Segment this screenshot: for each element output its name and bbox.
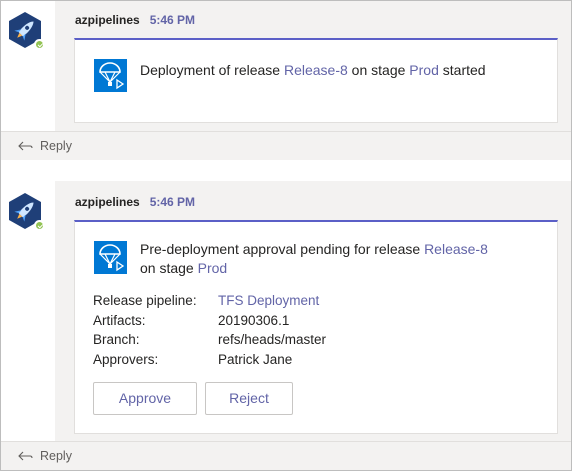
reply-label: Reply	[40, 449, 72, 463]
title-text: Pre-deployment approval pending for rele…	[140, 241, 425, 257]
presence-available-icon	[34, 39, 45, 50]
release-link[interactable]: Release-8	[424, 241, 488, 257]
reject-button[interactable]: Reject	[205, 382, 293, 415]
message-time: 5:46 PM	[149, 195, 196, 209]
approve-button[interactable]: Approve	[93, 382, 197, 415]
sender-name[interactable]: azpipelines	[75, 195, 140, 209]
fact-value: 20190306.1	[218, 312, 290, 328]
adaptive-card: Deployment of release Release-8 on stage…	[74, 38, 558, 123]
bot-avatar[interactable]	[6, 11, 45, 50]
fact-value: Patrick Jane	[218, 351, 293, 367]
chat-pane: azpipelines 5:46 PM Deployment of release…	[0, 0, 572, 471]
fact-row: Artifacts: 20190306.1	[93, 311, 326, 331]
title-text: on stage	[140, 260, 198, 276]
presence-available-icon	[34, 220, 45, 231]
stage-link[interactable]: Prod	[198, 260, 228, 276]
message-header: azpipelines 5:46 PM	[75, 13, 195, 27]
fact-label: Release pipeline:	[93, 293, 197, 308]
reply-label: Reply	[40, 139, 72, 153]
card-title: Pre-deployment approval pending for rele…	[140, 240, 537, 278]
message-time: 5:46 PM	[149, 13, 196, 27]
message-header: azpipelines 5:46 PM	[75, 195, 195, 209]
bot-avatar[interactable]	[6, 192, 45, 231]
fact-label: Artifacts:	[93, 312, 146, 328]
title-text: started	[438, 62, 486, 78]
message-1: azpipelines 5:46 PM Deployment of release…	[55, 1, 571, 131]
stage-link[interactable]: Prod	[409, 62, 439, 78]
release-parachute-icon	[94, 241, 127, 274]
title-text: Deployment of release	[140, 62, 284, 78]
reply-arrow-icon	[18, 141, 33, 151]
sender-name[interactable]: azpipelines	[75, 13, 140, 27]
fact-set: Release pipeline: TFS Deployment Artifac…	[93, 291, 326, 369]
fact-row: Branch: refs/heads/master	[93, 330, 326, 350]
fact-label: Branch:	[93, 332, 140, 347]
release-parachute-icon	[94, 59, 127, 92]
fact-row: Release pipeline: TFS Deployment	[93, 291, 326, 311]
release-link[interactable]: Release-8	[284, 62, 348, 78]
message-2: azpipelines 5:46 PM Pre-deployment approv…	[55, 181, 571, 441]
release-pipeline-link[interactable]: TFS Deployment	[218, 291, 319, 311]
reply-arrow-icon	[18, 451, 33, 461]
card-title: Deployment of release Release-8 on stage…	[140, 61, 537, 80]
reply-bar[interactable]: Reply	[1, 441, 571, 470]
title-text: on stage	[347, 62, 410, 78]
reply-bar[interactable]: Reply	[1, 131, 571, 160]
fact-label: Approvers:	[93, 351, 159, 367]
adaptive-card: Pre-deployment approval pending for rele…	[74, 220, 558, 434]
fact-value: refs/heads/master	[218, 332, 327, 347]
fact-row: Approvers: Patrick Jane	[93, 350, 326, 370]
